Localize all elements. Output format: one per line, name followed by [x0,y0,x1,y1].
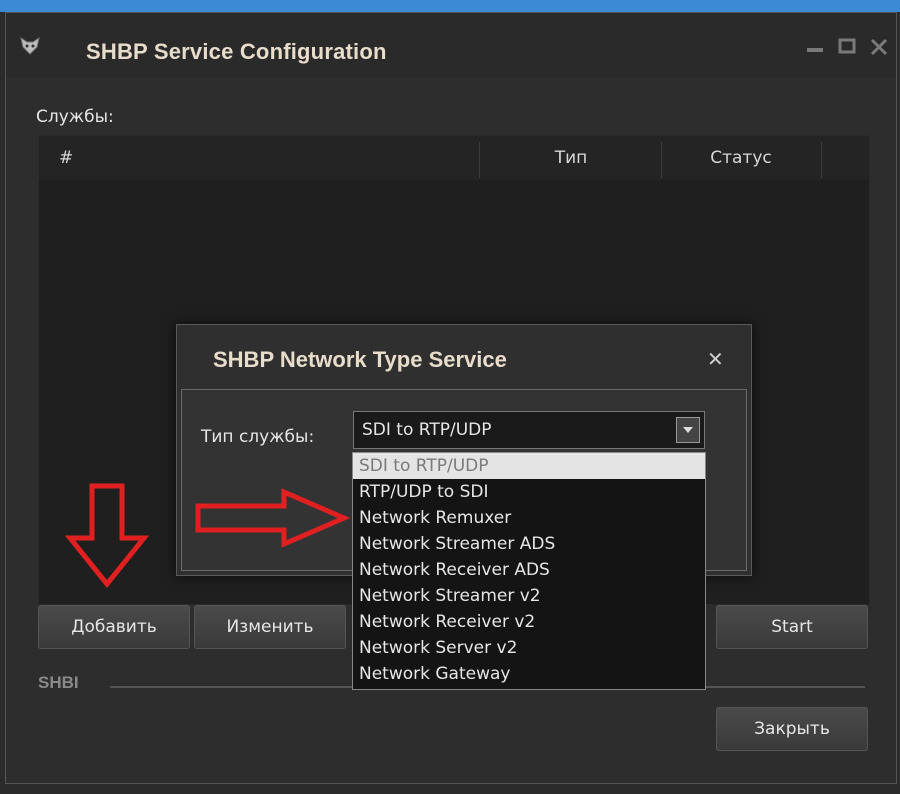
fox-head-icon [20,37,40,55]
column-divider [821,142,822,178]
column-status[interactable]: Статус [661,136,821,180]
service-type-label: Тип службы: [201,427,315,447]
dropdown-option[interactable]: Network Streamer ADS [353,531,705,557]
title-bar[interactable]: SHBP Service Configuration [6,13,896,77]
dropdown-option[interactable]: Network Streamer v2 [353,583,705,609]
arrow-down-icon [64,483,150,588]
dropdown-option[interactable]: SDI to RTP/UDP [353,453,705,479]
dialog-title: SHBP Network Type Service [213,347,507,372]
dropdown-option[interactable]: Network Gateway [353,661,705,687]
service-type-dropdown[interactable]: SDI to RTP/UDP RTP/UDP to SDI Network Re… [352,452,706,690]
minimize-icon[interactable] [804,37,826,57]
column-number[interactable]: # [59,136,73,180]
close-button[interactable]: Закрыть [716,707,868,751]
maximize-icon[interactable] [836,37,858,57]
service-type-value: SDI to RTP/UDP [362,420,492,440]
column-type[interactable]: Тип [481,136,661,180]
top-accent-line [0,0,900,12]
chevron-down-icon[interactable] [676,417,700,443]
add-button[interactable]: Добавить [38,605,190,649]
close-icon[interactable] [868,37,890,57]
window-title: SHBP Service Configuration [86,39,387,64]
dropdown-option[interactable]: Network Receiver v2 [353,609,705,635]
dropdown-option[interactable]: Network Remuxer [353,505,705,531]
dialog-close-icon[interactable]: ✕ [707,347,724,371]
start-button[interactable]: Start [716,605,868,649]
section-label: SHBI [38,673,79,692]
dropdown-option[interactable]: Network Receiver ADS [353,557,705,583]
dropdown-option[interactable]: Network Server v2 [353,635,705,661]
column-divider [479,142,480,178]
arrow-right-icon [195,488,351,548]
edit-button[interactable]: Изменить [194,605,346,649]
table-header: # Тип Статус [39,136,869,180]
dropdown-option[interactable]: RTP/UDP to SDI [353,479,705,505]
service-type-select[interactable]: SDI to RTP/UDP [353,411,705,449]
services-label: Службы: [36,107,114,127]
